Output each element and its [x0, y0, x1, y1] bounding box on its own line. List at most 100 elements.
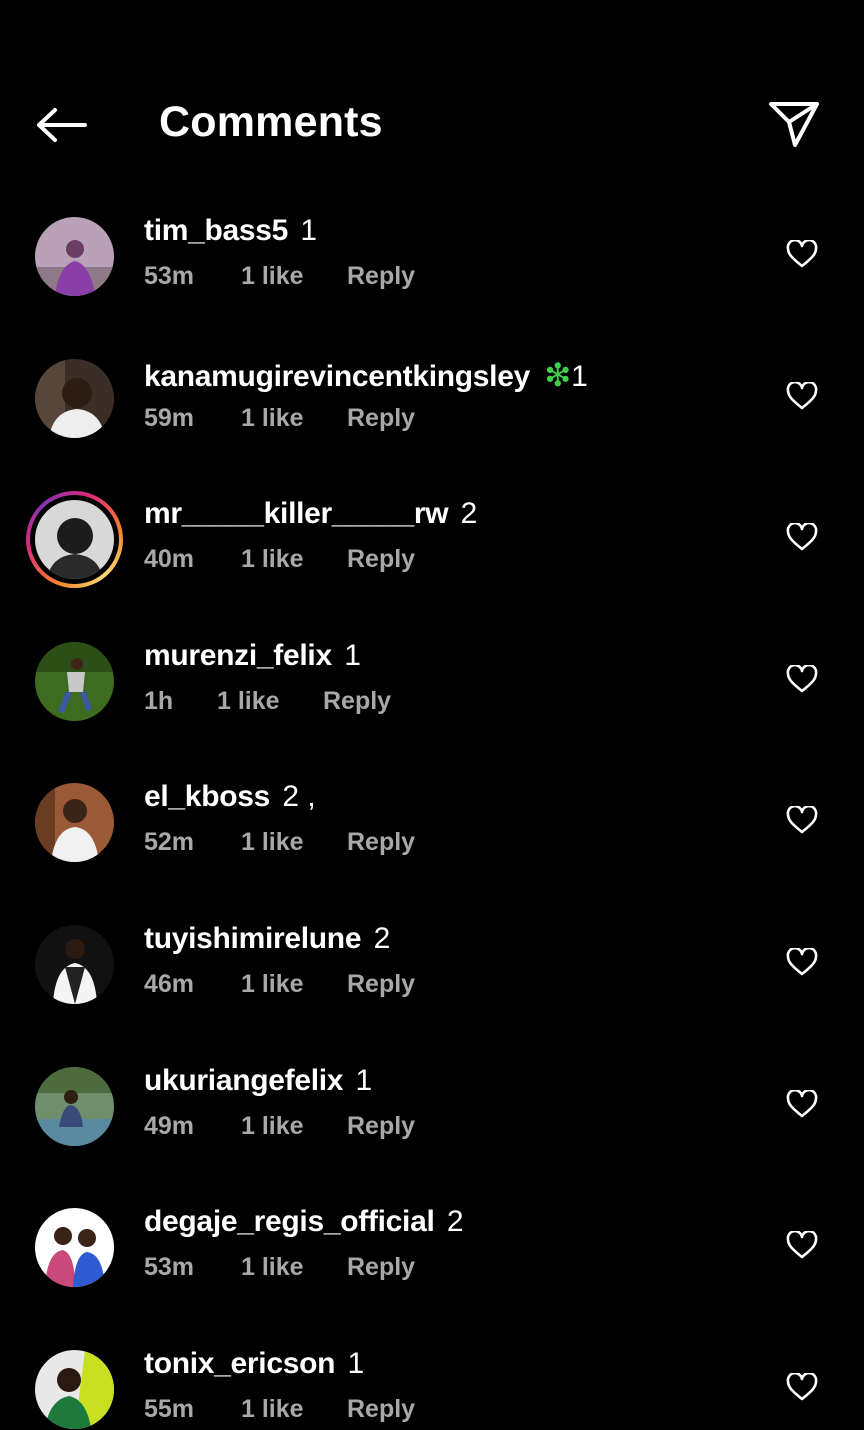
comment-body: 2: [460, 497, 478, 531]
like-count[interactable]: 1 like: [241, 262, 347, 291]
reply-button[interactable]: Reply: [347, 1395, 415, 1424]
comment-text-line: tuyishimirelune 2: [144, 922, 390, 956]
reply-button[interactable]: Reply: [323, 687, 391, 716]
username[interactable]: kanamugirevincentkingsley: [144, 360, 530, 393]
comment-text-line: tonix_ericson 1: [144, 1347, 364, 1381]
comment-meta: 59m 1 like Reply: [144, 404, 415, 433]
heart-icon[interactable]: [786, 1231, 818, 1259]
reply-button[interactable]: Reply: [347, 970, 415, 999]
comment-meta: 49m 1 like Reply: [144, 1112, 415, 1141]
heart-icon[interactable]: [786, 381, 818, 410]
comment-time: 49m: [144, 1111, 195, 1140]
comment-row: kanamugirevincentkingsley ❇1 59m 1 like …: [0, 324, 864, 466]
reply-button[interactable]: Reply: [347, 828, 415, 857]
like-count[interactable]: 1 like: [241, 1112, 347, 1141]
comment-body: 1: [300, 214, 318, 247]
comment-meta: 40m 1 like Reply: [144, 545, 415, 574]
comment-text-line: mr_____killer_____rw 2: [144, 497, 477, 531]
heart-icon[interactable]: [786, 1089, 818, 1118]
sparkle-emoji: ❇: [544, 356, 572, 393]
comment-row: murenzi_felix 1 1h 1 like Reply: [0, 607, 864, 749]
comment-body: 2: [373, 921, 391, 955]
comment-text-line: kanamugirevincentkingsley ❇1: [144, 356, 588, 394]
heart-icon[interactable]: [786, 240, 818, 268]
reply-button[interactable]: Reply: [347, 1112, 415, 1141]
like-count[interactable]: 1 like: [241, 970, 347, 999]
share-button[interactable]: [764, 96, 824, 152]
comment-row: degaje_regis_official 2 53m 1 like Reply: [0, 1173, 864, 1315]
username[interactable]: degaje_regis_official: [144, 1205, 435, 1238]
paper-plane-icon: [769, 102, 819, 147]
reply-button[interactable]: Reply: [347, 262, 415, 291]
comment-row: el_kboss 2 , 52m 1 like Reply: [0, 748, 864, 890]
comment-text-line: ukuriangefelix 1: [144, 1064, 372, 1098]
like-count[interactable]: 1 like: [241, 1253, 347, 1282]
comment-time: 59m: [144, 403, 195, 432]
comment-time: 40m: [144, 545, 195, 574]
heart-icon[interactable]: [786, 1372, 818, 1401]
like-count[interactable]: 1 like: [217, 687, 323, 716]
comment-meta: 53m 1 like Reply: [144, 262, 415, 291]
header: Comments: [0, 0, 864, 180]
avatar[interactable]: [35, 358, 114, 438]
reply-button[interactable]: Reply: [347, 1253, 415, 1282]
username[interactable]: mr_____killer_____rw: [144, 497, 449, 530]
avatar: [35, 500, 114, 580]
comment-meta: 55m 1 like Reply: [144, 1395, 415, 1424]
comment-text-line: el_kboss 2 ,: [144, 780, 316, 814]
comment-body: 1: [344, 638, 361, 672]
comment-time: 55m: [144, 1394, 195, 1423]
username[interactable]: tim_bass5: [144, 214, 288, 247]
username[interactable]: tuyishimirelune: [144, 922, 362, 955]
comment-meta: 53m 1 like Reply: [144, 1253, 415, 1282]
comment-body: 1: [347, 1346, 365, 1380]
heart-icon[interactable]: [786, 523, 818, 551]
comment-meta: 1h 1 like Reply: [144, 687, 391, 716]
comment-text-line: murenzi_felix 1: [144, 639, 361, 673]
comment-body: 2 ,: [282, 780, 316, 814]
comment-body: 2: [446, 1205, 464, 1239]
like-count[interactable]: 1 like: [241, 828, 347, 857]
story-ring-gap: [30, 495, 119, 585]
heart-icon[interactable]: [786, 947, 818, 976]
comment-list: tim_bass5 1 53m 1 like Reply kanamugirev…: [0, 182, 864, 1430]
reply-button[interactable]: Reply: [347, 404, 415, 433]
username[interactable]: murenzi_felix: [144, 639, 332, 672]
comment-meta: 46m 1 like Reply: [144, 970, 415, 999]
comment-body: 1: [355, 1063, 373, 1097]
arrow-left-icon: [37, 108, 87, 142]
heart-icon[interactable]: [786, 806, 818, 834]
username[interactable]: el_kboss: [144, 780, 270, 813]
heart-icon[interactable]: [786, 664, 818, 693]
comment-time: 52m: [144, 828, 195, 857]
username[interactable]: ukuriangefelix: [144, 1064, 344, 1097]
avatar[interactable]: [35, 1208, 114, 1288]
username[interactable]: tonix_ericson: [144, 1347, 335, 1380]
page-title: Comments: [159, 98, 383, 146]
comment-text-line: degaje_regis_official 2: [144, 1205, 464, 1239]
avatar[interactable]: [35, 1349, 114, 1429]
avatar[interactable]: [35, 924, 114, 1004]
comment-row: mr_____killer_____rw 2 40m 1 like Reply: [0, 465, 864, 607]
avatar-with-story-ring[interactable]: [26, 491, 123, 589]
comment-row: tonix_ericson 1 55m 1 like Reply: [0, 1315, 864, 1430]
comment-time: 46m: [144, 969, 195, 998]
comment-row: tuyishimirelune 2 46m 1 like Reply: [0, 890, 864, 1032]
comments-screen: Comments tim_bass5 1 53m 1 like Reply ka…: [0, 0, 864, 1430]
avatar[interactable]: [35, 217, 114, 296]
like-count[interactable]: 1 like: [241, 545, 347, 574]
avatar[interactable]: [35, 1066, 114, 1146]
back-button[interactable]: [30, 98, 92, 152]
comment-time: 1h: [144, 686, 174, 715]
avatar[interactable]: [35, 783, 114, 863]
reply-button[interactable]: Reply: [347, 545, 415, 574]
like-count[interactable]: 1 like: [241, 404, 347, 433]
comment-meta: 52m 1 like Reply: [144, 828, 415, 857]
comment-time: 53m: [144, 1253, 195, 1282]
comment-time: 53m: [144, 262, 195, 290]
avatar[interactable]: [35, 641, 114, 721]
comment-body: 1: [571, 359, 588, 393]
like-count[interactable]: 1 like: [241, 1395, 347, 1424]
comment-text-line: tim_bass5 1: [144, 214, 317, 248]
comment-row: tim_bass5 1 53m 1 like Reply: [0, 182, 864, 324]
